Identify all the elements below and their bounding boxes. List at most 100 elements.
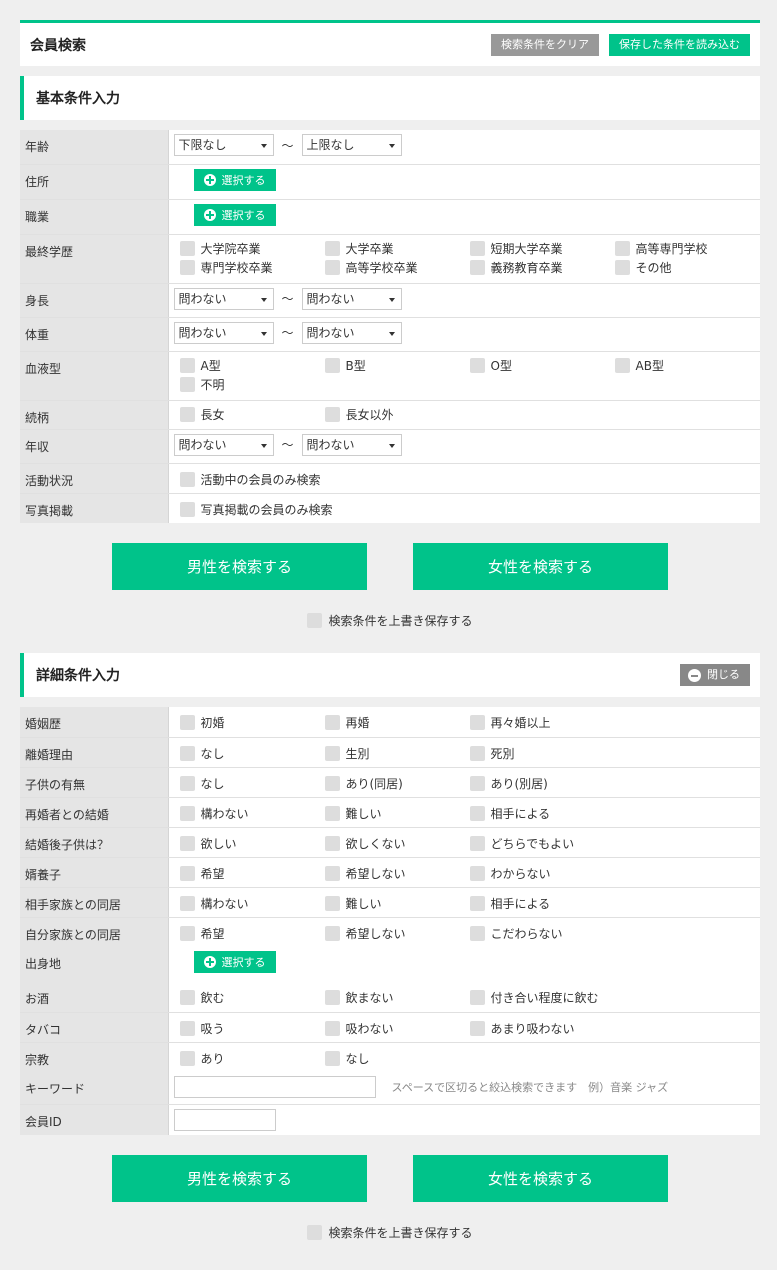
keyword-input[interactable] xyxy=(173,1076,376,1098)
checkbox-box[interactable] xyxy=(614,259,630,275)
checkbox-box[interactable] xyxy=(614,240,630,256)
checkbox-option[interactable]: 欲しい xyxy=(179,834,325,853)
checkbox-box[interactable] xyxy=(469,775,485,791)
checkbox-box[interactable] xyxy=(324,895,340,911)
checkbox-box[interactable] xyxy=(469,240,485,256)
checkbox-option[interactable]: 希望 xyxy=(179,864,325,883)
checkbox-box[interactable] xyxy=(324,775,340,791)
checkbox-option[interactable]: 高等学校卒業 xyxy=(324,258,470,277)
checkbox-option[interactable]: 長女以外 xyxy=(324,405,470,424)
checkbox-box[interactable] xyxy=(324,240,340,256)
checkbox-box[interactable] xyxy=(469,1020,485,1036)
checkbox-option[interactable]: 大学卒業 xyxy=(324,239,470,258)
checkbox-box[interactable] xyxy=(469,990,485,1005)
checkbox-option[interactable]: O型 xyxy=(469,356,615,375)
checkbox-box[interactable] xyxy=(179,406,195,422)
checkbox-box[interactable] xyxy=(179,895,195,911)
checkbox-option[interactable]: 短期大学卒業 xyxy=(469,239,615,258)
age-from-select[interactable]: 下限なし xyxy=(173,134,274,156)
checkbox-option[interactable]: 相手による xyxy=(469,804,615,823)
checkbox-option[interactable]: 再婚 xyxy=(324,713,470,732)
checkbox-option[interactable]: 吸う xyxy=(179,1019,325,1038)
checkbox-option[interactable]: B型 xyxy=(324,356,470,375)
checkbox-option[interactable]: 希望しない xyxy=(324,924,470,943)
checkbox-box[interactable] xyxy=(324,1020,340,1036)
checkbox-option[interactable]: わからない xyxy=(469,864,615,883)
search-female-button[interactable]: 女性を検索する xyxy=(413,543,668,590)
income-to-select[interactable]: 問わない xyxy=(301,433,402,456)
checkbox-box[interactable] xyxy=(324,715,340,730)
checkbox-box[interactable] xyxy=(324,259,340,275)
checkbox-box[interactable] xyxy=(324,990,340,1005)
weight-from-select[interactable]: 問わない xyxy=(173,321,274,344)
checkbox-box[interactable] xyxy=(179,805,195,821)
checkbox-option[interactable]: 飲む xyxy=(179,988,325,1007)
checkbox-option[interactable]: 活動中の会員のみ検索 xyxy=(179,470,480,489)
checkbox-option[interactable]: 相手による xyxy=(469,894,615,913)
checkbox-box[interactable] xyxy=(179,1050,195,1066)
origin-select-button[interactable]: 選択する xyxy=(193,951,276,973)
checkbox-box[interactable] xyxy=(324,745,340,761)
checkbox-box[interactable] xyxy=(179,865,195,881)
checkbox-box[interactable] xyxy=(469,745,485,761)
checkbox-option[interactable]: 構わない xyxy=(179,894,325,913)
checkbox-box[interactable] xyxy=(469,865,485,881)
clear-conditions-button[interactable]: 検索条件をクリア xyxy=(491,33,599,56)
address-select-button[interactable]: 選択する xyxy=(193,168,276,191)
checkbox-option[interactable]: なし xyxy=(179,774,325,793)
checkbox-option[interactable]: 高等専門学校 xyxy=(614,239,760,258)
checkbox-option[interactable]: 難しい xyxy=(324,894,470,913)
close-detail-button[interactable]: 閉じる xyxy=(680,664,750,686)
weight-to-select[interactable]: 問わない xyxy=(301,321,402,344)
job-select-button[interactable]: 選択する xyxy=(193,203,276,226)
checkbox-box[interactable] xyxy=(469,835,485,851)
checkbox-option[interactable]: 初婚 xyxy=(179,713,325,732)
checkbox-option[interactable]: 欲しくない xyxy=(324,834,470,853)
checkbox-box[interactable] xyxy=(179,925,195,941)
checkbox-box[interactable] xyxy=(179,1020,195,1036)
checkbox-box[interactable] xyxy=(179,501,195,517)
checkbox-box[interactable] xyxy=(469,715,485,730)
checkbox-option[interactable]: あまり吸わない xyxy=(469,1019,615,1038)
checkbox-box[interactable] xyxy=(469,357,485,373)
checkbox-option[interactable]: どちらでもよい xyxy=(469,834,615,853)
checkbox-option[interactable]: あり(別居) xyxy=(469,774,615,793)
checkbox-option[interactable]: 希望 xyxy=(179,924,325,943)
checkbox-option[interactable]: あり xyxy=(179,1049,325,1068)
checkbox-box[interactable] xyxy=(324,835,340,851)
checkbox-option[interactable]: 吸わない xyxy=(324,1019,470,1038)
checkbox-option[interactable]: 再々婚以上 xyxy=(469,713,615,732)
checkbox-box[interactable] xyxy=(179,775,195,791)
load-saved-conditions-button[interactable]: 保存した条件を読み込む xyxy=(609,33,750,56)
checkbox-box[interactable] xyxy=(179,376,195,392)
height-from-select[interactable]: 問わない xyxy=(173,287,274,310)
checkbox-option[interactable]: A型 xyxy=(179,356,325,375)
checkbox-box[interactable] xyxy=(614,357,630,373)
checkbox-option[interactable]: その他 xyxy=(614,258,760,277)
search-male-button[interactable]: 男性を検索する xyxy=(112,1155,367,1202)
checkbox-box[interactable] xyxy=(469,925,485,941)
checkbox-box[interactable] xyxy=(179,259,195,275)
checkbox-option[interactable]: 長女 xyxy=(179,405,325,424)
checkbox-option[interactable]: 希望しない xyxy=(324,864,470,883)
checkbox-box[interactable] xyxy=(469,805,485,821)
checkbox-option[interactable]: 義務教育卒業 xyxy=(469,258,615,277)
checkbox-box[interactable] xyxy=(324,1050,340,1066)
checkbox-option[interactable]: 不明 xyxy=(179,375,325,394)
checkbox-option[interactable]: なし xyxy=(179,744,325,763)
checkbox-box[interactable] xyxy=(307,613,323,628)
checkbox-option[interactable]: 写真掲載の会員のみ検索 xyxy=(179,500,480,519)
checkbox-box[interactable] xyxy=(179,357,195,373)
checkbox-option[interactable]: 大学院卒業 xyxy=(179,239,325,258)
checkbox-box[interactable] xyxy=(179,745,195,761)
checkbox-option[interactable]: こだわらない xyxy=(469,924,615,943)
search-male-button[interactable]: 男性を検索する xyxy=(112,543,367,590)
checkbox-box[interactable] xyxy=(324,925,340,941)
checkbox-box[interactable] xyxy=(324,357,340,373)
checkbox-box[interactable] xyxy=(179,990,195,1005)
checkbox-option[interactable]: AB型 xyxy=(614,356,760,375)
checkbox-option[interactable]: なし xyxy=(324,1049,470,1068)
checkbox-box[interactable] xyxy=(179,471,195,487)
checkbox-box[interactable] xyxy=(469,895,485,911)
checkbox-box[interactable] xyxy=(324,865,340,881)
